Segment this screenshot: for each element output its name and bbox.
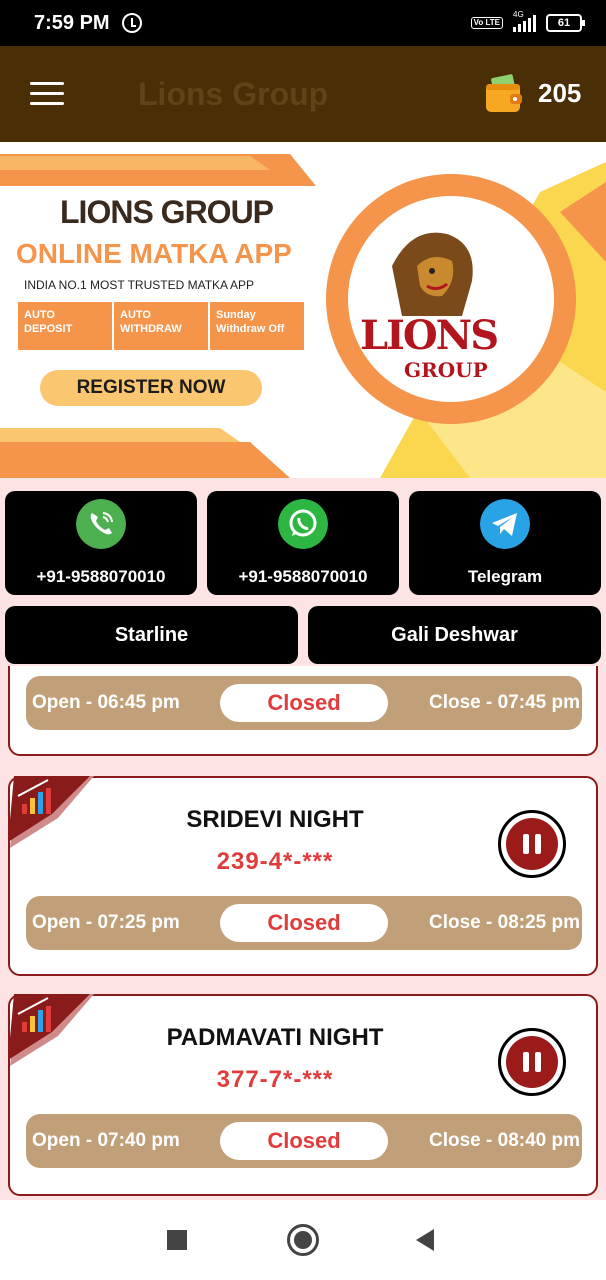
wallet-icon[interactable] <box>484 74 524 114</box>
phone-contact-button[interactable]: +91-9588070010 <box>5 491 197 595</box>
wallet-balance: 205 <box>538 78 582 108</box>
system-nav-bar <box>0 1200 606 1280</box>
time-bar: Open - 06:45 pm Closed Close - 07:45 pm <box>26 676 582 730</box>
gali-deshwar-button[interactable]: Gali Deshwar <box>308 606 601 664</box>
battery-icon: 61 <box>546 14 585 32</box>
phone-number-label: +91-9588070010 <box>36 567 166 586</box>
close-time: Close - 07:45 pm <box>429 692 580 713</box>
lion-icon <box>392 232 473 316</box>
banner-features: AUTO DEPOSIT AUTO WITHDRAW Sunday Withdr… <box>18 302 304 350</box>
game-name: PADMAVATI NIGHT <box>166 1024 384 1051</box>
time-bar: Open - 07:25 pm Closed Close - 08:25 pm <box>26 896 582 950</box>
register-now-button[interactable]: REGISTER NOW <box>40 370 262 406</box>
logo-text: LIONS <box>360 312 499 359</box>
close-time: Close - 08:40 pm <box>429 1130 580 1151</box>
close-time: Close - 08:25 pm <box>429 912 580 933</box>
feature-sunday-withdraw: Sunday Withdraw Off <box>216 309 285 335</box>
volte-icon: Vo LTE <box>470 17 503 29</box>
time-bar: Open - 07:40 pm Closed Close - 08:40 pm <box>26 1114 582 1168</box>
banner-tagline: INDIA NO.1 MOST TRUSTED MATKA APP <box>24 278 255 292</box>
back-icon[interactable] <box>416 1229 434 1251</box>
whatsapp-contact-button[interactable]: +91-9588070010 <box>207 491 399 595</box>
feature-auto-deposit: AUTO DEPOSIT <box>18 302 114 350</box>
game-list[interactable]: Open - 06:45 pm Closed Close - 07:45 pm … <box>0 666 606 1198</box>
menu-icon[interactable] <box>30 82 64 106</box>
game-card[interactable]: Open - 06:45 pm Closed Close - 07:45 pm <box>8 666 598 756</box>
telegram-icon <box>480 499 530 549</box>
open-time: Open - 07:25 pm <box>32 912 180 933</box>
promo-banner[interactable]: LIONS GROUP ONLINE MATKA APP INDIA NO.1 … <box>0 142 606 478</box>
signal-icon: 4G <box>513 10 536 32</box>
status-badge: Closed <box>220 1122 388 1160</box>
open-time: Open - 06:45 pm <box>32 692 180 713</box>
app-title: Lions Group <box>138 76 329 112</box>
pause-icon <box>506 1036 558 1088</box>
game-name: SRIDEVI NIGHT <box>186 806 364 833</box>
game-card[interactable]: PADMAVATI NIGHT 377-7*-*** Open - 07:40 … <box>8 994 598 1196</box>
pause-icon <box>506 818 558 870</box>
whatsapp-number-label: +91-9588070010 <box>238 567 368 586</box>
app-bar: Lions Group 205 <box>0 46 606 142</box>
pause-button[interactable] <box>498 810 566 878</box>
phone-icon <box>76 499 126 549</box>
banner-subtitle: ONLINE MATKA APP <box>16 238 292 269</box>
feature-auto-withdraw: AUTO WITHDRAW <box>114 302 210 350</box>
home-icon[interactable] <box>287 1224 319 1256</box>
status-bar: 7:59 PM Vo LTE 4G 61 <box>0 0 606 46</box>
game-result: 377-7*-*** <box>216 1066 334 1093</box>
status-time: 7:59 PM <box>34 11 110 34</box>
alarm-icon <box>121 13 142 33</box>
status-badge: Closed <box>220 904 388 942</box>
network-type: 4G <box>513 10 524 19</box>
recents-icon[interactable] <box>167 1230 187 1250</box>
pause-button[interactable] <box>498 1028 566 1096</box>
telegram-label: Telegram <box>467 567 543 586</box>
open-time: Open - 07:40 pm <box>32 1130 180 1151</box>
telegram-contact-button[interactable]: Telegram <box>409 491 601 595</box>
game-result: 239-4*-*** <box>216 848 334 875</box>
whatsapp-icon <box>278 499 328 549</box>
logo-subtext: GROUP <box>404 358 488 382</box>
game-card[interactable]: SRIDEVI NIGHT 239-4*-*** Open - 07:25 pm… <box>8 776 598 976</box>
starline-button[interactable]: Starline <box>5 606 298 664</box>
banner-title: LIONS GROUP <box>60 194 274 230</box>
status-badge: Closed <box>220 684 388 722</box>
